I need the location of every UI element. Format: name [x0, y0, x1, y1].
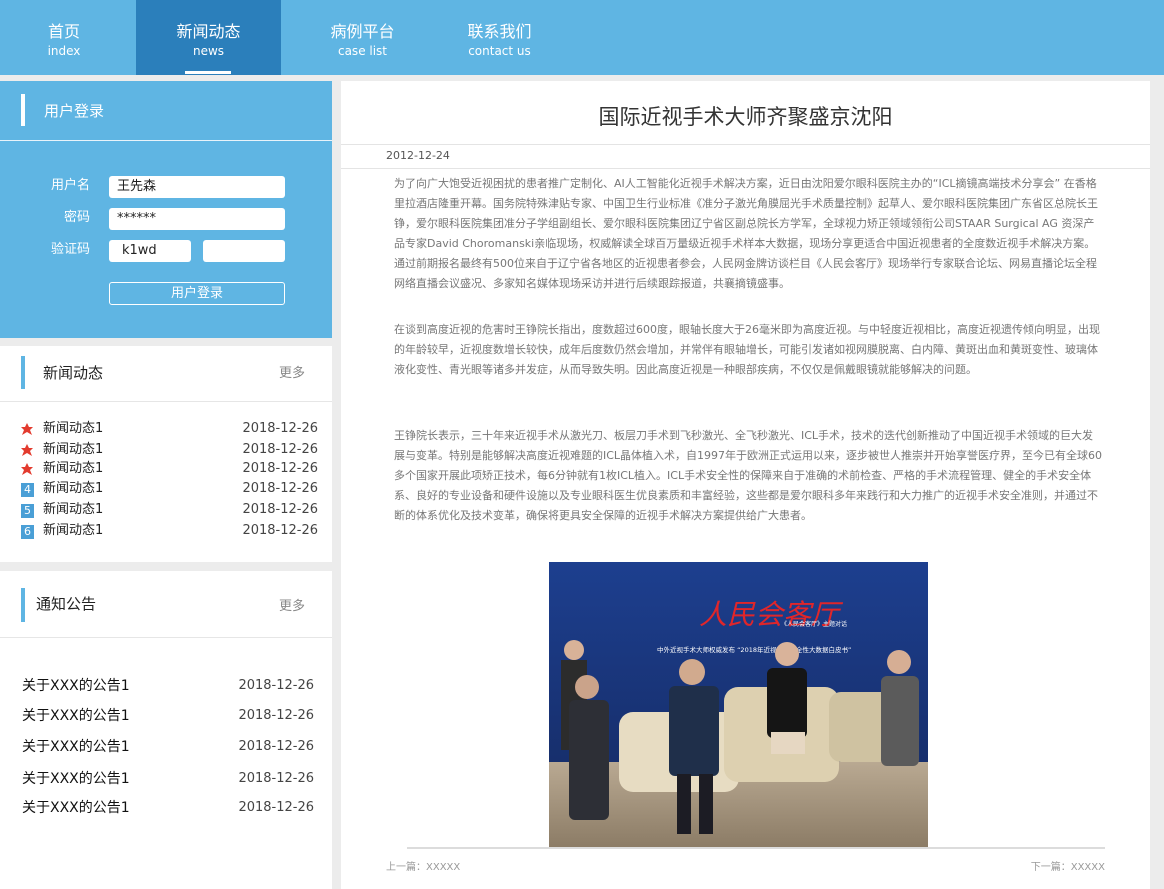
news-item-title: 新闻动态1 [43, 442, 104, 457]
news-more-link[interactable]: 更多 [279, 365, 305, 383]
nav-item-label: 联系我们 [467, 22, 532, 41]
login-panel: 用户登录 用户名 密码 验证码 k1wd 用户登录 [0, 81, 332, 338]
hot-icon [20, 443, 34, 457]
hot-icon [20, 462, 34, 476]
nav-item-index[interactable]: 首页 index [0, 0, 128, 75]
notice-item-title: 关于XXX的公告1 [22, 739, 130, 755]
notice-list-item[interactable]: 关于XXX的公告1 2018-12-26 [22, 706, 314, 726]
notice-item-title: 关于XXX的公告1 [22, 708, 130, 724]
nav-item-label: 首页 [47, 22, 80, 41]
notice-panel: 通知公告 更多 关于XXX的公告1 2018-12-26 关于XXX的公告1 2018… [0, 571, 332, 889]
divider [341, 144, 1150, 145]
article-photo: 人民会客厅 《人民会客厅》主题对话 中外近视手术大师权威发布 “2018年近视手… [549, 562, 928, 847]
news-item-title: 新闻动态1 [43, 502, 104, 517]
article-panel: 国际近视手术大师齐聚盛京沈阳 2012-12-24 为了向广大饱受近视困扰的患者… [341, 81, 1150, 889]
divider [407, 847, 1105, 849]
hot-icon [20, 422, 34, 436]
notice-header: 通知公告 更多 [0, 571, 332, 638]
login-button[interactable]: 用户登录 [109, 282, 285, 305]
active-indicator [185, 71, 231, 74]
notice-item-date: 2018-12-26 [238, 678, 314, 693]
notice-list-item[interactable]: 关于XXX的公告1 2018-12-26 [22, 737, 314, 757]
notice-item-date: 2018-12-26 [238, 708, 314, 723]
section-accent-bar [21, 588, 25, 622]
notice-item-date: 2018-12-26 [238, 800, 314, 815]
news-list-item[interactable]: 4 新闻动态1 2018-12-26 [20, 480, 318, 498]
nav-item-sublabel: news [192, 44, 225, 58]
next-article-link[interactable]: 下一篇：XXXXX [1031, 861, 1105, 875]
password-field[interactable] [109, 208, 285, 230]
captcha-image[interactable]: k1wd [109, 240, 191, 262]
news-item-date: 2018-12-26 [242, 442, 318, 457]
password-label: 密码 [63, 210, 90, 225]
divider [341, 168, 1150, 169]
news-list-item[interactable]: 新闻动态1 2018-12-26 [20, 441, 318, 459]
nav-item-contact[interactable]: 联系我们 contact us [437, 0, 562, 75]
news-list-item[interactable]: 新闻动态1 2018-12-26 [20, 460, 318, 478]
news-item-title: 新闻动态1 [43, 461, 104, 476]
article-paragraph: 王铮院长表示，三十年来近视手术从激光刀、板层刀手术到飞秒激光、全飞秒激光、ICL… [394, 429, 1103, 522]
notice-item-title: 关于XXX的公告1 [22, 678, 130, 694]
notice-list-item[interactable]: 关于XXX的公告1 2018-12-26 [22, 798, 314, 818]
nav-item-label: 病例平台 [330, 22, 395, 41]
notice-item-date: 2018-12-26 [238, 771, 314, 786]
article-paragraph: 为了向广大饱受近视困扰的患者推广定制化、AI人工智能化近视手术解决方案，近日由沈… [394, 177, 1098, 290]
nav-item-sublabel: index [47, 44, 81, 58]
news-item-title: 新闻动态1 [43, 481, 104, 496]
news-list-item[interactable]: 5 新闻动态1 2018-12-26 [20, 501, 318, 519]
nav-item-case-list[interactable]: 病例平台 case list [300, 0, 425, 75]
login-title: 用户登录 [44, 102, 105, 120]
notice-more-link[interactable]: 更多 [279, 598, 305, 616]
news-item-date: 2018-12-26 [242, 523, 318, 538]
news-list-item[interactable]: 新闻动态1 2018-12-26 [20, 420, 318, 438]
news-item-date: 2018-12-26 [242, 461, 318, 476]
notice-item-date: 2018-12-26 [238, 739, 314, 754]
news-list-item[interactable]: 6 新闻动态1 2018-12-26 [20, 522, 318, 540]
notice-item-title: 关于XXX的公告1 [22, 771, 130, 787]
news-item-title: 新闻动态1 [43, 523, 104, 538]
nav-item-news[interactable]: 新闻动态 news [136, 0, 281, 75]
article-title: 国际近视手术大师齐聚盛京沈阳 [598, 105, 893, 129]
captcha-field[interactable] [203, 240, 285, 262]
section-accent-bar [21, 94, 25, 126]
news-item-date: 2018-12-26 [242, 481, 318, 496]
svg-text:中外近视手术大师权威发布 “2018年近视手术中全性大数据白: 中外近视手术大师权威发布 “2018年近视手术中全性大数据白皮书” [657, 645, 851, 654]
rank-badge: 4 [21, 483, 34, 497]
nav-item-label: 新闻动态 [176, 22, 241, 41]
notice-list-item[interactable]: 关于XXX的公告1 2018-12-26 [22, 769, 314, 789]
username-field[interactable] [109, 176, 285, 198]
nav-item-sublabel: contact us [468, 44, 531, 58]
photo-illustration: 人民会客厅 《人民会客厅》主题对话 中外近视手术大师权威发布 “2018年近视手… [549, 562, 928, 847]
news-item-date: 2018-12-26 [242, 502, 318, 517]
nav-item-sublabel: case list [337, 44, 388, 58]
news-item-title: 新闻动态1 [43, 421, 104, 436]
article-paragraph: 在谈到高度近视的危害时王铮院长指出，度数超过600度，眼轴长度大于26毫米即为高… [394, 323, 1100, 376]
rank-badge: 6 [21, 525, 34, 539]
notice-list-item[interactable]: 关于XXX的公告1 2018-12-26 [22, 676, 314, 696]
section-accent-bar [21, 356, 25, 389]
username-label: 用户名 [50, 178, 90, 193]
login-header: 用户登录 [0, 81, 332, 141]
rank-badge: 5 [21, 504, 34, 518]
captcha-label: 验证码 [50, 242, 90, 257]
prev-article-link[interactable]: 上一篇：XXXXX [386, 861, 460, 875]
notice-item-title: 关于XXX的公告1 [22, 800, 130, 816]
news-item-date: 2018-12-26 [242, 421, 318, 436]
news-header: 新闻动态 更多 [0, 346, 332, 402]
news-panel: 新闻动态 更多 新闻动态1 2018-12-26 新闻动态1 2018-12-26 新闻… [0, 346, 332, 562]
notice-title: 通知公告 [36, 595, 97, 613]
article-date: 2012-12-24 [386, 149, 450, 162]
svg-text:《人民会客厅》主题对话: 《人民会客厅》主题对话 [781, 620, 847, 628]
top-nav: 首页 index 新闻动态 news 病例平台 case list 联系我们 c… [0, 0, 1164, 75]
news-title: 新闻动态 [43, 364, 104, 382]
